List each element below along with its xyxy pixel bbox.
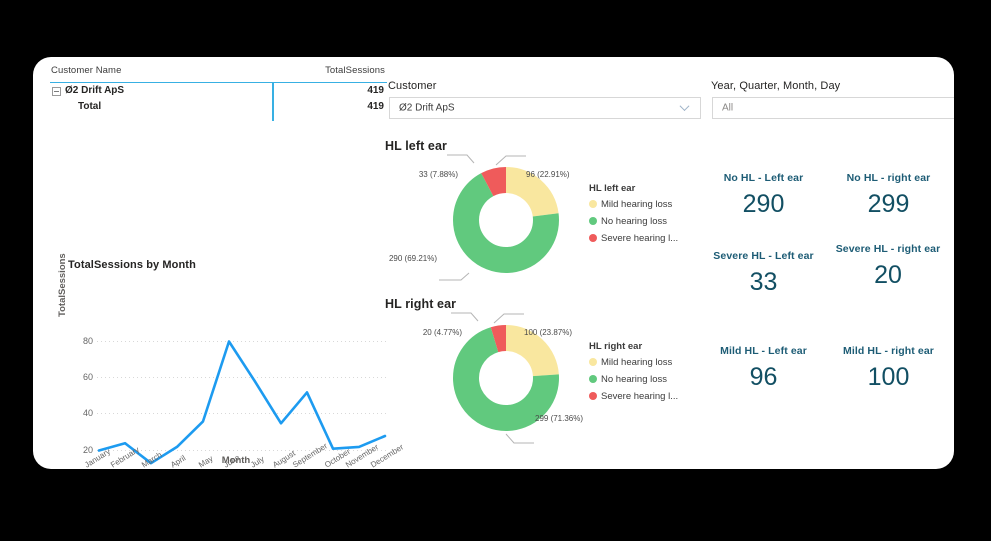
- date-slicer-dropdown[interactable]: All: [712, 97, 954, 119]
- kpi-value: 33: [701, 267, 826, 297]
- hl-right-legend-title: HL right ear: [589, 341, 642, 352]
- legend-swatch-severe: [589, 234, 597, 242]
- kpi-title: Severe HL - right ear: [833, 243, 943, 256]
- customer-slicer-value: Ø2 Drift ApS: [399, 103, 455, 114]
- kpi-card-mild-hl-right-ear[interactable]: Mild HL - right ear 100: [826, 345, 951, 392]
- kpi-card-no-hl-left-ear[interactable]: No HL - Left ear 290: [701, 172, 826, 219]
- legend-label-severe: Severe hearing l...: [601, 233, 678, 244]
- report-page: Customer Name TotalSessions Ø2 Drift ApS…: [0, 0, 991, 541]
- legend-swatch-severe: [589, 392, 597, 400]
- customer-sessions-matrix[interactable]: Customer Name TotalSessions Ø2 Drift ApS…: [50, 63, 387, 121]
- kpi-value: 100: [826, 362, 951, 392]
- kpi-card-severe-hl-left-ear[interactable]: Severe HL - Left ear 33: [701, 250, 826, 297]
- gridlines: [97, 342, 389, 451]
- line-chart-x-axis-title: Month: [33, 455, 393, 466]
- donut-leader-lines: [381, 145, 601, 305]
- line-series-totalsessions[interactable]: [99, 342, 385, 464]
- kpi-card-severe-hl-right-ear[interactable]: Severe HL - right ear 20: [833, 243, 943, 290]
- hl-left-ear-donut[interactable]: [451, 165, 561, 275]
- legend-swatch-mild: [589, 200, 597, 208]
- totalsessions-by-month-line-chart[interactable]: TotalSessions by Month TotalSessions 80 …: [33, 255, 393, 469]
- hl-left-callout-none: 290 (69.21%): [389, 254, 437, 263]
- kpi-card-mild-hl-left-ear[interactable]: Mild HL - Left ear 96: [701, 345, 826, 392]
- hl-right-callout-none: 299 (71.36%): [535, 414, 583, 423]
- date-slicer-label: Year, Quarter, Month, Day: [711, 80, 840, 92]
- kpi-value: 20: [833, 260, 943, 290]
- hl-right-legend-item-mild[interactable]: Mild hearing loss: [589, 357, 672, 368]
- legend-label-severe: Severe hearing l...: [601, 391, 678, 402]
- legend-label-none: No hearing loss: [601, 216, 667, 227]
- row-value-total: 419: [367, 101, 384, 112]
- table-row-total[interactable]: Total 419: [50, 99, 387, 115]
- kpi-title: No HL - Left ear: [701, 172, 826, 185]
- date-slicer-value: All: [722, 103, 733, 114]
- hl-right-callout-severe: 20 (4.77%): [423, 328, 462, 337]
- legend-label-mild: Mild hearing loss: [601, 357, 672, 368]
- column-header-totalsessions[interactable]: TotalSessions: [325, 65, 385, 76]
- hl-left-callout-severe: 33 (7.88%): [419, 170, 458, 179]
- hl-left-legend-title: HL left ear: [589, 183, 635, 194]
- row-value-totalsessions: 419: [367, 85, 384, 96]
- kpi-title: No HL - right ear: [826, 172, 951, 185]
- hl-right-legend-item-none[interactable]: No hearing loss: [589, 374, 667, 385]
- matrix-column-divider: [272, 82, 274, 121]
- hl-left-callout-mild: 96 (22.91%): [526, 170, 570, 179]
- matrix-header-row: Customer Name TotalSessions: [50, 63, 387, 83]
- chevron-down-icon[interactable]: [681, 103, 690, 112]
- expand-toggle-icon[interactable]: [52, 87, 61, 96]
- kpi-card-no-hl-right-ear[interactable]: No HL - right ear 299: [826, 172, 951, 219]
- kpi-title: Mild HL - Left ear: [701, 345, 826, 358]
- hl-right-callout-mild: 100 (23.87%): [524, 328, 572, 337]
- hl-left-legend-item-none[interactable]: No hearing loss: [589, 216, 667, 227]
- hl-left-legend-item-mild[interactable]: Mild hearing loss: [589, 199, 672, 210]
- kpi-value: 299: [826, 189, 951, 219]
- kpi-title: Mild HL - right ear: [826, 345, 951, 358]
- column-header-customer-name[interactable]: Customer Name: [51, 65, 121, 76]
- legend-swatch-none: [589, 375, 597, 383]
- legend-swatch-mild: [589, 358, 597, 366]
- hl-left-legend-item-severe[interactable]: Severe hearing l...: [589, 233, 678, 244]
- legend-label-none: No hearing loss: [601, 374, 667, 385]
- hl-right-legend-item-severe[interactable]: Severe hearing l...: [589, 391, 678, 402]
- kpi-title: Severe HL - Left ear: [701, 250, 826, 263]
- customer-slicer-dropdown[interactable]: Ø2 Drift ApS: [389, 97, 701, 119]
- row-label-total: Total: [78, 101, 101, 112]
- report-canvas: Customer Name TotalSessions Ø2 Drift ApS…: [33, 57, 954, 469]
- row-label-customer: Ø2 Drift ApS: [65, 85, 124, 96]
- kpi-value: 96: [701, 362, 826, 392]
- customer-slicer-label: Customer: [388, 80, 436, 92]
- table-row[interactable]: Ø2 Drift ApS 419: [50, 83, 387, 99]
- legend-swatch-none: [589, 217, 597, 225]
- kpi-value: 290: [701, 189, 826, 219]
- legend-label-mild: Mild hearing loss: [601, 199, 672, 210]
- line-chart-plot-area: [33, 255, 393, 469]
